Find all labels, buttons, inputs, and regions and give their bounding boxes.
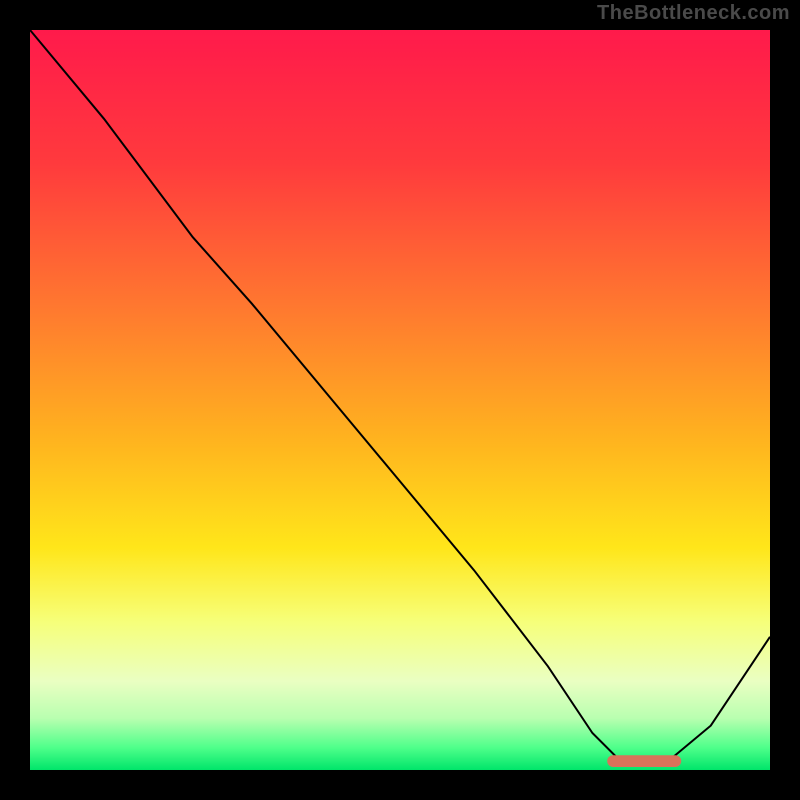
chart-svg <box>30 30 770 770</box>
optimal-range-marker <box>607 755 681 767</box>
plot-area <box>30 30 770 770</box>
chart-frame: TheBottleneck.com <box>0 0 800 800</box>
watermark-text: TheBottleneck.com <box>597 2 790 25</box>
gradient-fill <box>30 30 770 770</box>
